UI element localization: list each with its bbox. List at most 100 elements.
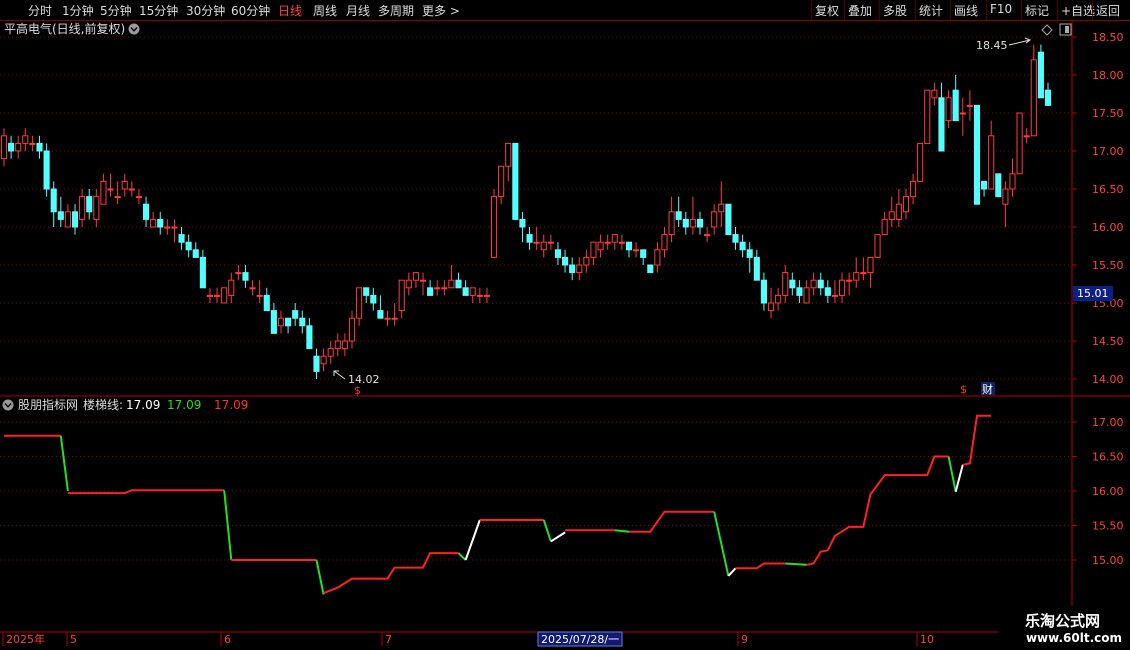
candle[interactable] — [285, 317, 292, 334]
candle[interactable] — [810, 272, 817, 296]
period-tab-4[interactable]: 30分钟 — [186, 2, 225, 19]
period-tab-2[interactable]: 5分钟 — [100, 2, 132, 19]
candle[interactable] — [29, 135, 36, 151]
period-tab-7[interactable]: 周线 — [313, 2, 337, 19]
candle[interactable] — [711, 204, 718, 235]
candle[interactable] — [256, 280, 263, 303]
candle[interactable] — [121, 173, 128, 197]
candle[interactable] — [867, 256, 874, 288]
candle[interactable] — [611, 234, 618, 250]
candle[interactable] — [874, 234, 881, 258]
candle[interactable] — [1016, 112, 1023, 175]
candle[interactable] — [498, 165, 505, 205]
stair-line-series[interactable] — [4, 414, 992, 595]
candle[interactable] — [505, 142, 512, 182]
candle[interactable] — [398, 279, 405, 319]
candle[interactable] — [853, 257, 860, 288]
candle[interactable] — [696, 211, 704, 235]
toolbar-button-7[interactable]: +自选 — [1061, 2, 1095, 19]
candle[interactable] — [569, 257, 576, 281]
candle[interactable] — [199, 249, 206, 289]
candle[interactable] — [483, 287, 490, 303]
period-tab-0[interactable]: 分时 — [28, 2, 52, 19]
candle[interactable] — [292, 303, 299, 326]
candle[interactable] — [633, 242, 640, 258]
candle[interactable] — [1023, 128, 1030, 144]
candle[interactable] — [824, 280, 831, 303]
candle[interactable] — [973, 104, 981, 205]
candle[interactable] — [142, 196, 150, 227]
candle[interactable] — [753, 249, 760, 281]
candle[interactable] — [533, 227, 540, 250]
candle[interactable] — [831, 280, 838, 303]
candle[interactable] — [114, 181, 121, 205]
candle[interactable] — [640, 249, 647, 265]
candle[interactable] — [881, 211, 888, 236]
dividend-marker-1[interactable]: $ — [354, 384, 361, 397]
candle[interactable] — [895, 189, 902, 227]
candle[interactable] — [576, 257, 583, 281]
candle[interactable] — [86, 189, 93, 220]
candle[interactable] — [377, 295, 384, 319]
candle[interactable] — [448, 265, 455, 289]
candle[interactable] — [100, 173, 107, 205]
candle[interactable] — [583, 249, 590, 273]
candle[interactable] — [803, 280, 810, 304]
candle[interactable] — [789, 272, 796, 296]
candle[interactable] — [661, 227, 668, 258]
indicator-dropdown-icon[interactable] — [2, 399, 14, 411]
candle[interactable] — [917, 142, 924, 182]
candle[interactable] — [206, 287, 214, 303]
candle[interactable] — [221, 287, 228, 304]
candle[interactable] — [590, 241, 597, 265]
candle[interactable] — [8, 135, 15, 159]
toolbar-button-0[interactable]: 复权 — [815, 2, 839, 19]
candle[interactable] — [50, 181, 57, 227]
candle[interactable] — [306, 318, 313, 350]
candle[interactable] — [441, 280, 448, 296]
candle[interactable] — [214, 287, 221, 303]
candle[interactable] — [796, 280, 803, 303]
candle[interactable] — [888, 196, 895, 227]
candle[interactable] — [277, 310, 285, 334]
settings-diamond-icon[interactable] — [1041, 24, 1053, 36]
candle[interactable] — [718, 181, 725, 227]
candle[interactable] — [689, 196, 696, 235]
candle[interactable] — [405, 272, 412, 296]
candle[interactable] — [334, 333, 341, 357]
toolbar-button-5[interactable]: F10 — [990, 2, 1012, 16]
period-tab-8[interactable]: 月线 — [346, 2, 370, 19]
candle[interactable] — [235, 265, 242, 281]
candle[interactable] — [320, 348, 327, 372]
candle[interactable] — [22, 128, 29, 151]
kline-chart[interactable]: 14.00 14.50 15.00 15.50 16.00 16.50 17.00 17.50… — [0, 0, 1130, 650]
candle[interactable] — [36, 135, 43, 159]
candle[interactable] — [959, 97, 966, 136]
candle[interactable] — [597, 234, 604, 258]
candle[interactable] — [860, 257, 867, 281]
candle[interactable] — [128, 181, 135, 197]
period-tab-3[interactable]: 15分钟 — [139, 2, 178, 19]
candle[interactable] — [327, 341, 334, 364]
candle[interactable] — [739, 234, 746, 258]
candle[interactable] — [1009, 158, 1016, 197]
candle[interactable] — [526, 227, 533, 250]
candle[interactable] — [625, 241, 633, 258]
candle[interactable] — [341, 333, 348, 357]
candle[interactable] — [782, 265, 789, 303]
candle[interactable] — [1030, 44, 1037, 137]
candle[interactable] — [547, 234, 554, 250]
candle[interactable] — [675, 196, 682, 227]
candle[interactable] — [647, 264, 654, 274]
toolbar-button-8[interactable]: 返回 — [1096, 2, 1120, 19]
candle[interactable] — [135, 189, 142, 205]
candle[interactable] — [93, 189, 100, 227]
candle[interactable] — [192, 242, 199, 258]
candle[interactable] — [1044, 82, 1052, 106]
finance-marker[interactable]: 财 — [982, 382, 993, 396]
candle[interactable] — [554, 242, 562, 265]
candle[interactable] — [988, 120, 995, 190]
candle[interactable] — [732, 227, 739, 250]
candle[interactable] — [725, 203, 732, 236]
candle[interactable] — [434, 280, 441, 296]
